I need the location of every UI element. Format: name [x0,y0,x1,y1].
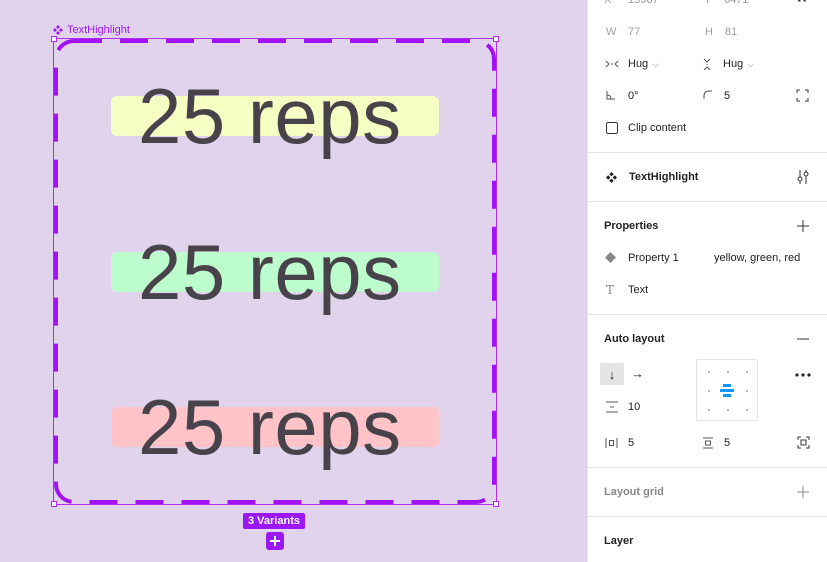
rotation-value[interactable]: 0° [628,90,639,102]
align-dot[interactable] [727,371,729,373]
x-value[interactable]: 13967 [628,0,659,6]
width-mode-value: Hug [628,58,649,70]
horizontal-padding-value[interactable]: 5 [628,437,634,449]
component-icon [606,172,617,183]
resize-handle-bottom-left[interactable] [51,501,57,507]
add-layout-grid-icon[interactable] [797,486,809,498]
remove-auto-layout-icon[interactable] [797,338,809,340]
variant-yellow[interactable]: 25 reps [111,76,439,156]
more-options-icon[interactable] [795,373,811,377]
height-mode-select[interactable]: Hug ⌵ [723,58,754,70]
text-property-label[interactable]: Text [628,284,648,296]
variant-text: 25 reps [138,72,402,160]
add-variant-button[interactable] [266,532,284,550]
align-dot[interactable] [727,409,729,411]
vertical-padding-icon [703,437,713,449]
align-dot[interactable] [708,371,710,373]
variant-red[interactable]: 25 reps [111,387,439,467]
variant-text: 25 reps [138,228,402,316]
divider [588,516,827,517]
height-mode-value: Hug [723,58,744,70]
properties-title: Properties [604,220,659,232]
alignment-grid[interactable] [696,359,758,421]
divider [588,314,827,315]
component-name[interactable]: TextHighlight [629,171,698,183]
vertical-direction-button[interactable]: ↓ [600,363,624,385]
x-label: X [604,0,612,6]
h-value[interactable]: 81 [725,26,737,38]
rotation-icon [606,91,615,100]
y-label: Y [704,0,712,6]
arrow-right-icon[interactable]: → [631,366,644,381]
individual-padding-icon[interactable] [797,436,810,449]
w-label: W [606,26,617,38]
horizontal-padding-icon [605,438,618,448]
collapse-icon[interactable] [795,0,809,6]
properties-panel: X 13967 Y 6471 W 77 H 81 Hug ⌵ Hug ⌵ 0° 5 … [587,0,827,562]
radius-value[interactable]: 5 [724,90,730,102]
divider [588,467,827,468]
property-1-value[interactable]: yellow, green, red [714,252,800,264]
divider [588,152,827,153]
w-value[interactable]: 77 [628,26,640,38]
divider [588,201,827,202]
align-dot[interactable] [746,409,748,411]
vertical-padding-value[interactable]: 5 [724,437,730,449]
design-canvas[interactable]: TextHighlight 25 reps 25 reps 25 reps 3 … [0,0,587,562]
resize-handle-top-left[interactable] [51,36,57,42]
align-dot[interactable] [708,390,710,392]
variant-green[interactable]: 25 reps [111,232,439,312]
add-property-icon[interactable] [797,220,809,232]
property-1-label[interactable]: Property 1 [628,252,679,264]
item-spacing-icon [606,401,618,413]
hug-width-icon [605,60,619,68]
align-dot[interactable] [746,390,748,392]
width-mode-select[interactable]: Hug ⌵ [628,58,659,70]
corner-radius-icon [703,90,712,99]
chevron-down-icon: ⌵ [747,59,755,69]
align-dot[interactable] [746,371,748,373]
y-value[interactable]: 6471 [724,0,748,6]
adjust-icon[interactable] [797,169,809,185]
independent-corners-icon[interactable] [796,89,809,102]
clip-content-label: Clip content [628,122,687,134]
resize-handle-bottom-right[interactable] [493,501,499,507]
item-spacing-value[interactable]: 10 [628,401,640,413]
layer-title: Layer [604,535,634,547]
chevron-down-icon: ⌵ [652,59,660,69]
hug-height-icon [703,58,711,71]
layout-grid-title: Layout grid [604,486,664,498]
align-dot[interactable] [708,409,710,411]
variant-text: 25 reps [138,383,402,471]
arrow-down-icon: ↓ [608,366,616,382]
align-center-icon [720,384,734,397]
variants-tag[interactable]: 3 Variants [243,513,305,529]
variant-property-icon [605,252,616,263]
text-property-icon: T [606,283,615,297]
auto-layout-title: Auto layout [604,333,665,345]
h-label: H [705,26,713,38]
plus-icon [270,536,280,546]
resize-handle-top-right[interactable] [493,36,499,42]
clip-content-checkbox[interactable] [606,122,618,134]
